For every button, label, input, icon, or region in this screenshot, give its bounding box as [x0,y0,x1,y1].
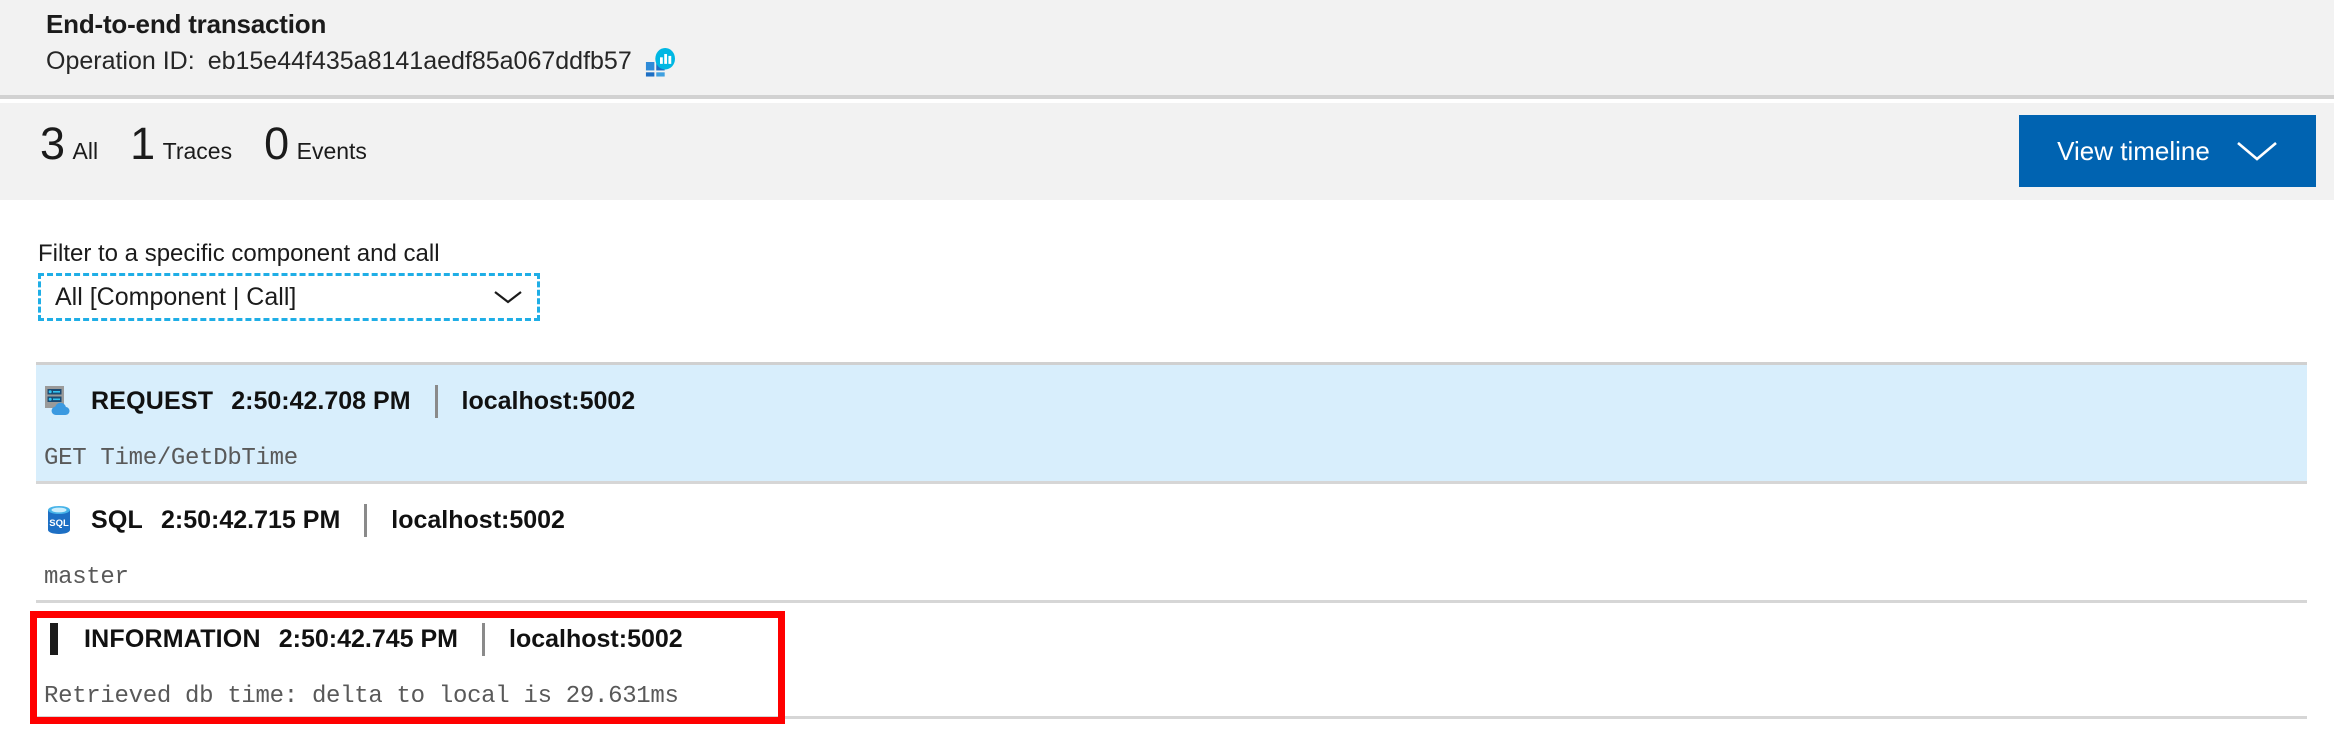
table-row[interactable]: REQUEST 2:50:42.708 PM localhost:5002 GE… [36,362,2307,481]
event-kind: REQUEST [91,386,214,415]
page-header: End-to-end transaction Operation ID: eb1… [0,0,2334,99]
operation-id-value: eb15e44f435a8141aedf85a067ddfb57 [207,46,632,75]
event-header: INFORMATION 2:50:42.745 PM localhost:500… [42,617,2307,661]
chevron-down-icon [2236,140,2278,162]
chevron-down-icon [493,289,523,305]
stat-events-value: 0 [264,118,289,169]
stats-group: 3 All 1 Traces 0 Events [40,121,399,166]
divider [482,622,485,656]
page-title: End-to-end transaction [46,9,327,39]
event-host: localhost:5002 [509,624,683,653]
table-row[interactable]: INFORMATION 2:50:42.745 PM localhost:500… [36,600,2307,719]
operation-id-line: Operation ID: eb15e44f435a8141aedf85a067… [46,45,675,77]
divider [364,503,368,537]
end-to-end-transaction-page: End-to-end transaction Operation ID: eb1… [0,0,2334,730]
stat-all[interactable]: 3 All [40,121,98,166]
filter-label: Filter to a specific component and call [38,240,440,267]
event-header: SQL SQL 2:50:42.715 PM localhost:5002 [42,498,2307,542]
stat-events-label: Events [296,138,367,164]
filter-section: Filter to a specific component and call … [38,240,540,321]
event-host: localhost:5002 [391,505,565,534]
view-timeline-button[interactable]: View timeline [2019,115,2316,187]
event-content: INFORMATION 2:50:42.745 PM localhost:500… [36,603,2307,716]
information-bar-icon [50,623,58,655]
event-list: REQUEST 2:50:42.708 PM localhost:5002 GE… [36,362,2307,719]
event-detail: master [44,564,129,591]
event-detail: GET Time/GetDbTime [44,445,298,472]
component-call-filter-select[interactable]: All [Component | Call] [38,273,540,321]
event-detail: Retrieved db time: delta to local is 29.… [44,683,679,710]
table-row[interactable]: SQL SQL 2:50:42.715 PM localhost:5002 ma… [36,481,2307,600]
operation-id-label: Operation ID: [46,46,195,75]
event-content: REQUEST 2:50:42.708 PM localhost:5002 GE… [36,365,2307,481]
stat-all-value: 3 [40,118,65,169]
view-timeline-label: View timeline [2057,135,2210,166]
stat-events[interactable]: 0 Events [264,121,367,166]
event-time: 2:50:42.715 PM [161,505,341,534]
event-content: SQL SQL 2:50:42.715 PM localhost:5002 ma… [36,484,2307,600]
stat-traces[interactable]: 1 Traces [130,121,232,166]
application-insights-icon[interactable] [645,47,675,77]
svg-text:SQL: SQL [49,518,69,529]
event-host: localhost:5002 [461,386,636,415]
event-header: REQUEST 2:50:42.708 PM localhost:5002 [42,379,2307,423]
event-kind: INFORMATION [84,624,261,653]
sql-database-icon: SQL [42,503,76,537]
event-time: 2:50:42.745 PM [278,624,458,653]
request-server-cloud-icon [42,384,76,418]
divider [434,384,438,418]
event-kind: SQL [91,505,143,534]
stat-all-label: All [72,138,99,164]
event-time: 2:50:42.708 PM [231,386,411,415]
stat-traces-label: Traces [162,138,233,164]
filter-selected-value: All [Component | Call] [55,282,297,311]
stats-bar: 3 All 1 Traces 0 Events View timeline [0,103,2334,200]
stat-traces-value: 1 [130,118,155,169]
